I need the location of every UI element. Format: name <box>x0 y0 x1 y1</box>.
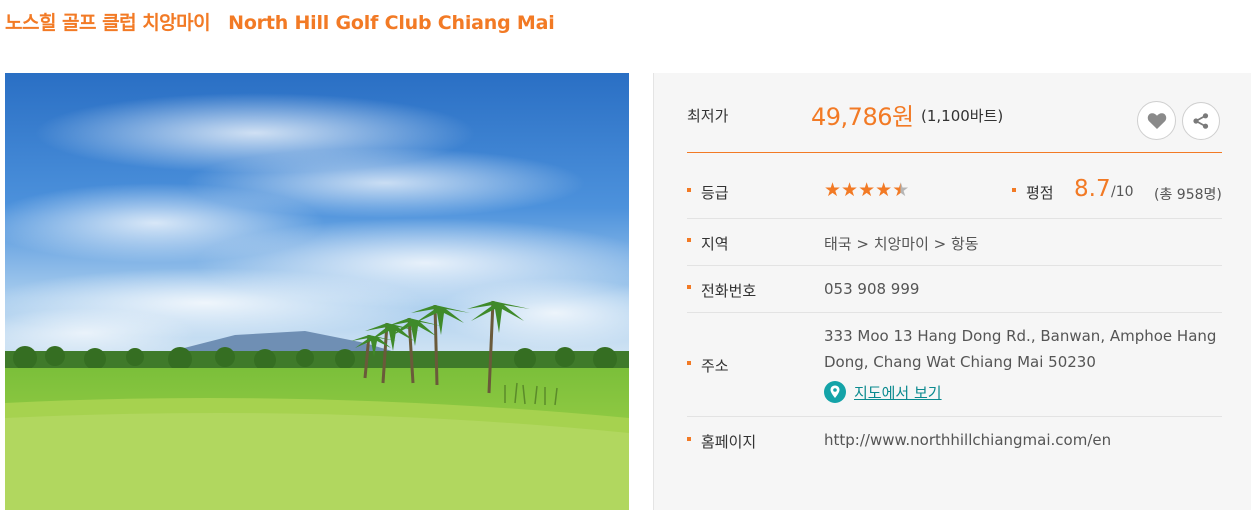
homepage-link[interactable]: http://www.northhillchiangmai.com/en <box>824 431 1111 449</box>
grade-row: 등급 ★ ★ ★ ★ ★ 평점 8.7 /10 (총 958명) <box>687 171 1222 219</box>
bullet <box>687 238 691 242</box>
bullet <box>687 437 691 441</box>
page-title: 노스힐 골프 클럽 치앙마이 North Hill Golf Club Chia… <box>5 8 555 38</box>
homepage-label: 홈페이지 <box>701 433 757 451</box>
star-icon: ★ <box>875 179 893 201</box>
phone-value: 053 908 999 <box>824 280 920 298</box>
address-row: 주소 333 Moo 13 Hang Dong Rd., Banwan, Amp… <box>687 313 1222 417</box>
star-icon: ★ <box>824 179 842 201</box>
bullet <box>687 361 691 365</box>
share-button[interactable] <box>1182 102 1220 140</box>
price-baht: (1,100바트) <box>921 107 1004 125</box>
rating-scale: /10 <box>1111 184 1134 200</box>
like-button[interactable] <box>1137 101 1176 140</box>
star-icon: ★ <box>841 179 859 201</box>
price-value: 49,786원 <box>811 103 914 131</box>
view-map-label[interactable]: 지도에서 보기 <box>854 382 942 403</box>
price-label: 최저가 <box>687 107 729 125</box>
address-value: 333 Moo 13 Hang Dong Rd., Banwan, Amphoe… <box>824 327 1217 371</box>
bullet <box>687 188 691 192</box>
rating-label: 평점 <box>1026 184 1054 202</box>
map-pin-icon <box>824 381 846 403</box>
phone-label: 전화번호 <box>701 282 757 300</box>
bullet <box>1012 188 1016 192</box>
rating-count: (총 958명) <box>1154 187 1222 203</box>
region-row: 지역 태국 > 치앙마이 > 항동 <box>687 219 1222 266</box>
price-row: 최저가 49,786원 (1,100바트) <box>687 73 1222 153</box>
bullet <box>687 285 691 289</box>
title-korean: 노스힐 골프 클럽 치앙마이 <box>5 12 211 34</box>
info-panel: 최저가 49,786원 (1,100바트) 등급 ★ ★ ★ ★ ★ 평점 8.… <box>653 73 1251 510</box>
rating-score: 8.7 <box>1074 176 1111 202</box>
star-rating: ★ ★ ★ ★ ★ <box>824 180 909 200</box>
half-star-icon: ★ <box>892 179 910 201</box>
homepage-row: 홈페이지 http://www.northhillchiangmai.com/e… <box>687 417 1222 466</box>
view-map-link[interactable]: 지도에서 보기 <box>824 381 942 403</box>
region-label: 지역 <box>701 235 729 253</box>
region-value: 태국 > 치앙마이 > 항동 <box>824 235 979 253</box>
star-icon: ★ <box>858 179 876 201</box>
heart-icon <box>1147 112 1166 129</box>
share-icon <box>1193 113 1209 129</box>
golf-course-photo <box>5 73 629 510</box>
title-english: North Hill Golf Club Chiang Mai <box>228 12 555 34</box>
phone-row: 전화번호 053 908 999 <box>687 266 1222 313</box>
grade-label: 등급 <box>701 184 729 202</box>
address-label: 주소 <box>701 357 729 375</box>
